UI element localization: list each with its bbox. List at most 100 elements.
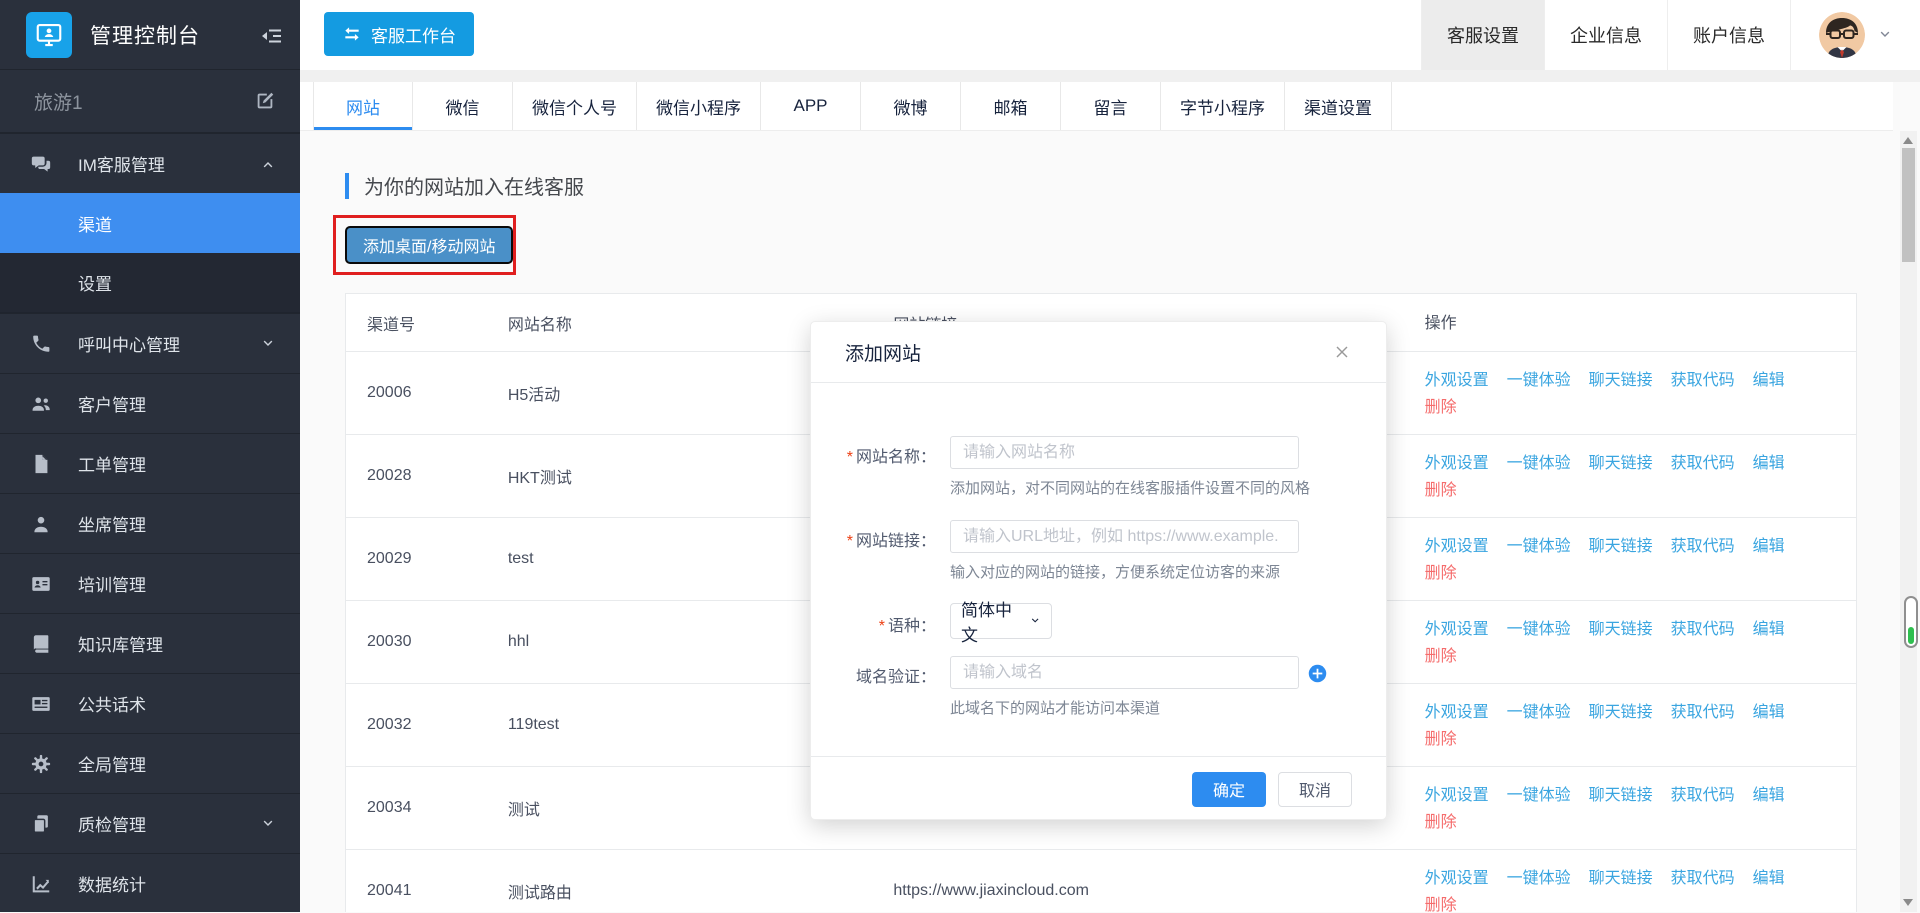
action-link-一键体验[interactable]: 一键体验 (1507, 870, 1571, 887)
sidebar-item-数据统计[interactable]: 数据统计 (0, 853, 300, 913)
scroll-down-arrow-icon[interactable] (1903, 899, 1913, 906)
file-icon (30, 453, 52, 475)
tab-留言[interactable]: 留言 (1061, 82, 1161, 130)
user-avatar-menu[interactable] (1790, 0, 1920, 70)
chevron-down-icon (1029, 614, 1041, 628)
tab-网站[interactable]: 网站 (313, 82, 413, 130)
sidebar-item-工单管理[interactable]: 工单管理 (0, 433, 300, 493)
sidebar-item-呼叫中心管理[interactable]: 呼叫中心管理 (0, 313, 300, 373)
action-link-外观设置[interactable]: 外观设置 (1425, 787, 1489, 804)
tab-字节小程序[interactable]: 字节小程序 (1161, 82, 1285, 130)
header-nav-账户信息[interactable]: 账户信息 (1667, 0, 1790, 70)
comments-icon (30, 153, 52, 175)
tab-APP[interactable]: APP (761, 82, 861, 130)
sidebar-item-IM客服管理[interactable]: IM客服管理 (0, 133, 300, 193)
action-link-聊天链接[interactable]: 聊天链接 (1589, 704, 1653, 721)
action-link-删除[interactable]: 删除 (1425, 482, 1457, 499)
sidebar-item-培训管理[interactable]: 培训管理 (0, 553, 300, 613)
sidebar-item-坐席管理[interactable]: 坐席管理 (0, 493, 300, 553)
action-link-聊天链接[interactable]: 聊天链接 (1589, 621, 1653, 638)
action-link-获取代码[interactable]: 获取代码 (1671, 455, 1735, 472)
action-link-聊天链接[interactable]: 聊天链接 (1589, 538, 1653, 555)
tab-邮箱[interactable]: 邮箱 (961, 82, 1061, 130)
action-link-获取代码[interactable]: 获取代码 (1671, 621, 1735, 638)
action-link-一键体验[interactable]: 一键体验 (1507, 538, 1571, 555)
action-link-外观设置[interactable]: 外观设置 (1425, 538, 1489, 555)
action-link-编辑[interactable]: 编辑 (1753, 704, 1785, 721)
title-accent-bar (345, 173, 349, 199)
collapse-sidebar-icon[interactable] (260, 24, 284, 48)
user-nav: 客服设置企业信息账户信息 (1421, 0, 1920, 70)
action-link-删除[interactable]: 删除 (1425, 814, 1457, 831)
domain-row: 域名验证： 此域名下的网站才能访问本渠道 (811, 656, 1386, 718)
action-link-外观设置[interactable]: 外观设置 (1425, 704, 1489, 721)
tab-微信[interactable]: 微信 (413, 82, 513, 130)
sidebar-subitem-设置[interactable]: 设置 (0, 253, 300, 313)
action-link-一键体验[interactable]: 一键体验 (1507, 621, 1571, 638)
action-link-一键体验[interactable]: 一键体验 (1507, 455, 1571, 472)
action-link-一键体验[interactable]: 一键体验 (1507, 372, 1571, 389)
action-link-外观设置[interactable]: 外观设置 (1425, 870, 1489, 887)
action-link-获取代码[interactable]: 获取代码 (1671, 704, 1735, 721)
edit-workspace-icon[interactable] (254, 90, 276, 112)
action-link-编辑[interactable]: 编辑 (1753, 787, 1785, 804)
action-link-获取代码[interactable]: 获取代码 (1671, 372, 1735, 389)
domain-input[interactable] (950, 656, 1299, 689)
action-link-获取代码[interactable]: 获取代码 (1671, 538, 1735, 555)
modal-footer: 确定 取消 (811, 756, 1386, 821)
sidebar-item-全局管理[interactable]: 全局管理 (0, 733, 300, 793)
action-link-编辑[interactable]: 编辑 (1753, 538, 1785, 555)
action-link-编辑[interactable]: 编辑 (1753, 455, 1785, 472)
header-nav-企业信息[interactable]: 企业信息 (1544, 0, 1667, 70)
action-link-外观设置[interactable]: 外观设置 (1425, 455, 1489, 472)
action-link-删除[interactable]: 删除 (1425, 731, 1457, 748)
action-link-获取代码[interactable]: 获取代码 (1671, 787, 1735, 804)
confirm-button[interactable]: 确定 (1192, 772, 1266, 807)
cell-url: https://www.jiaxincloud.com (872, 850, 1403, 912)
add-domain-plus-icon[interactable] (1307, 663, 1328, 684)
tab-微信个人号[interactable]: 微信个人号 (513, 82, 637, 130)
scroll-up-arrow-icon[interactable] (1903, 137, 1913, 144)
action-link-聊天链接[interactable]: 聊天链接 (1589, 455, 1653, 472)
sidebar-item-客户管理[interactable]: 客户管理 (0, 373, 300, 433)
tab-微信小程序[interactable]: 微信小程序 (637, 82, 761, 130)
action-link-删除[interactable]: 删除 (1425, 565, 1457, 582)
tab-渠道设置[interactable]: 渠道设置 (1285, 82, 1392, 130)
domain-helper: 此域名下的网站才能访问本渠道 (950, 697, 1299, 718)
cell-channel: 20041 (346, 850, 487, 912)
column-header-渠道号: 渠道号 (346, 294, 487, 351)
action-link-编辑[interactable]: 编辑 (1753, 372, 1785, 389)
action-link-聊天链接[interactable]: 聊天链接 (1589, 870, 1653, 887)
action-link-一键体验[interactable]: 一键体验 (1507, 787, 1571, 804)
sidebar-subitem-渠道[interactable]: 渠道 (0, 193, 300, 253)
action-link-聊天链接[interactable]: 聊天链接 (1589, 372, 1653, 389)
action-link-删除[interactable]: 删除 (1425, 897, 1457, 912)
vertical-scrollbar[interactable] (1900, 131, 1917, 912)
sidebar-item-质检管理[interactable]: 质检管理 (0, 793, 300, 853)
close-icon[interactable] (1332, 342, 1352, 362)
action-link-一键体验[interactable]: 一键体验 (1507, 704, 1571, 721)
site-url-input[interactable] (950, 520, 1299, 553)
sidebar-item-公共话术[interactable]: 公共话术 (0, 673, 300, 733)
action-link-删除[interactable]: 删除 (1425, 648, 1457, 665)
header-nav-客服设置[interactable]: 客服设置 (1421, 0, 1544, 70)
cell-channel: 20006 (346, 352, 487, 434)
workbench-button[interactable]: 客服工作台 (324, 12, 474, 56)
newspaper-icon (30, 693, 52, 715)
workspace-name: 旅游1 (34, 88, 254, 115)
action-link-获取代码[interactable]: 获取代码 (1671, 870, 1735, 887)
sidebar-item-知识库管理[interactable]: 知识库管理 (0, 613, 300, 673)
tab-微博[interactable]: 微博 (861, 82, 961, 130)
row-actions: 外观设置 一键体验 聊天链接 获取代码 编辑删除 (1425, 865, 1803, 912)
action-link-外观设置[interactable]: 外观设置 (1425, 372, 1489, 389)
scrollbar-thumb[interactable] (1902, 148, 1915, 262)
action-link-聊天链接[interactable]: 聊天链接 (1589, 787, 1653, 804)
action-link-编辑[interactable]: 编辑 (1753, 870, 1785, 887)
action-link-外观设置[interactable]: 外观设置 (1425, 621, 1489, 638)
top-header: 客服工作台 客服设置企业信息账户信息 (300, 0, 1920, 70)
action-link-编辑[interactable]: 编辑 (1753, 621, 1785, 638)
cancel-button[interactable]: 取消 (1278, 772, 1352, 807)
language-select[interactable]: 简体中文 (950, 603, 1052, 639)
site-name-input[interactable] (950, 436, 1299, 469)
action-link-删除[interactable]: 删除 (1425, 399, 1457, 416)
